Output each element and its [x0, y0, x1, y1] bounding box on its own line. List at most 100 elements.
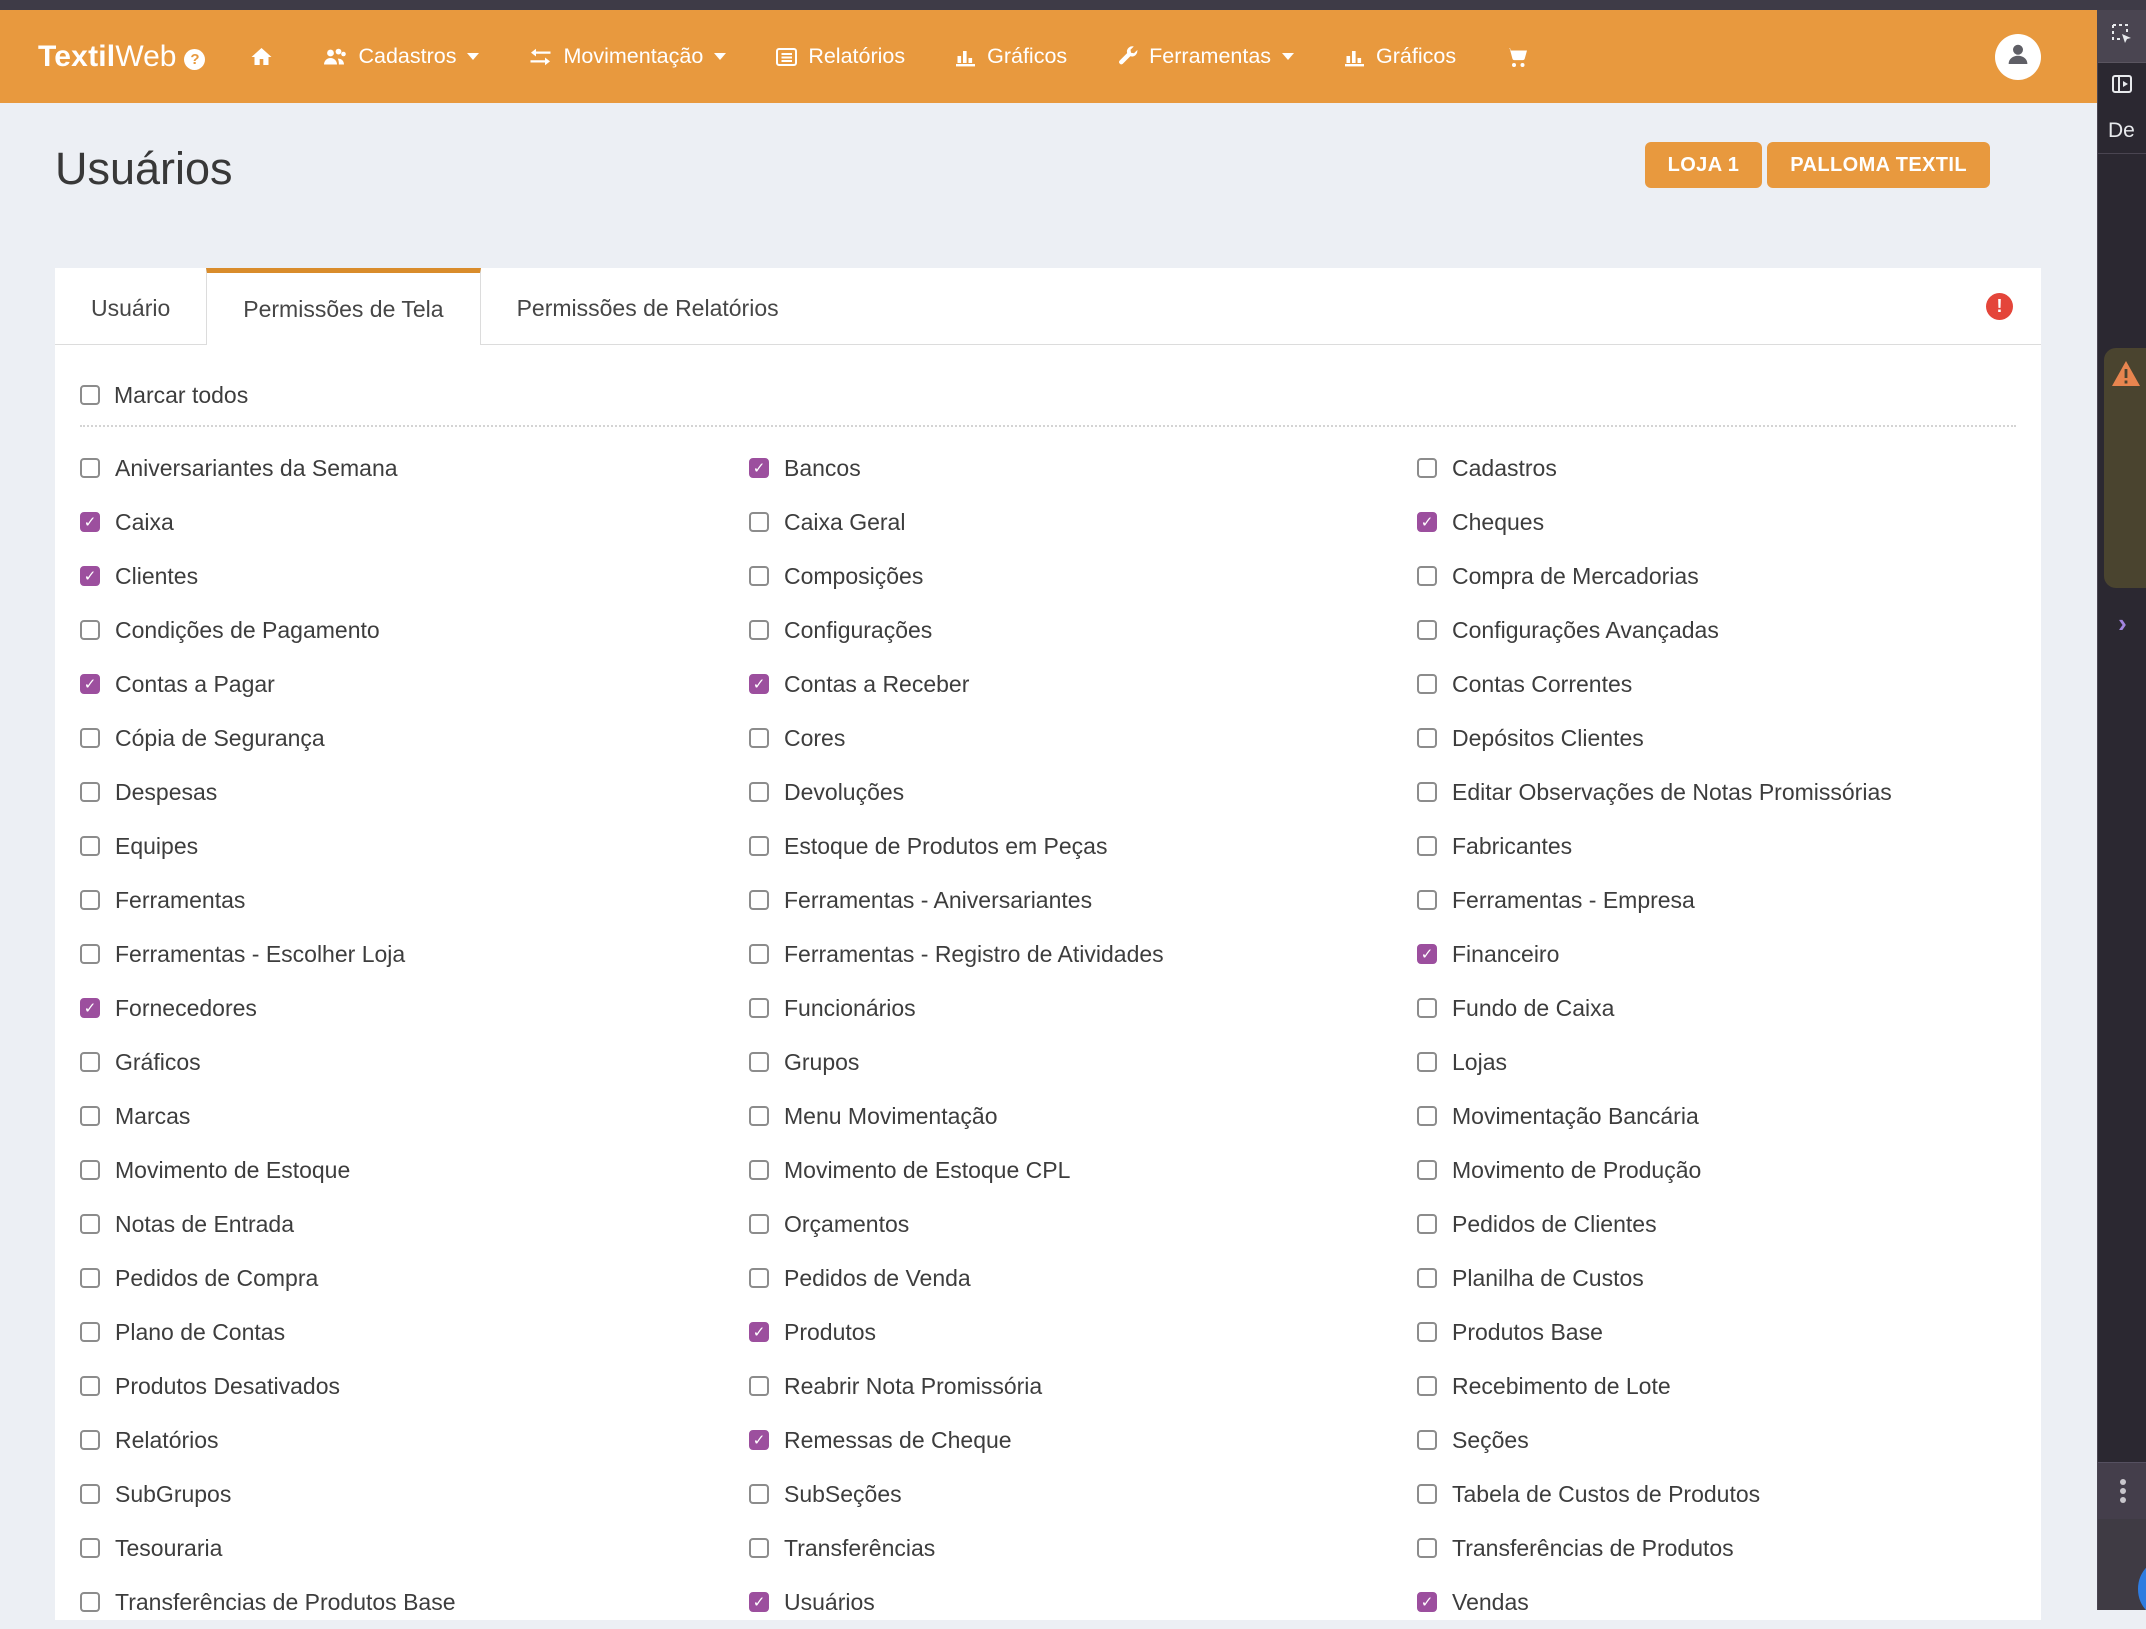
checkbox-checked[interactable]: ✓	[80, 566, 100, 586]
checkbox-unchecked[interactable]	[1417, 1484, 1437, 1504]
checkbox-unchecked[interactable]	[749, 782, 769, 802]
checkbox-unchecked[interactable]	[1417, 1106, 1437, 1126]
permission-item[interactable]: Estoque de Produtos em Peças	[749, 819, 1417, 873]
nav-item-relatorios[interactable]: Relatórios	[774, 44, 905, 69]
nav-item-home[interactable]	[249, 45, 274, 69]
user-avatar[interactable]	[1995, 34, 2041, 80]
permission-item[interactable]: Cores	[749, 711, 1417, 765]
checkbox-unchecked[interactable]	[749, 620, 769, 640]
nav-item-movimentacao[interactable]: Movimentação	[527, 44, 726, 69]
checkbox-unchecked[interactable]	[1417, 1052, 1437, 1072]
checkbox-unchecked[interactable]	[749, 1052, 769, 1072]
permission-item[interactable]: Transferências	[749, 1521, 1417, 1575]
permission-item[interactable]: Seções	[1417, 1413, 2016, 1467]
checkbox-unchecked[interactable]	[749, 998, 769, 1018]
permission-item[interactable]: Reabrir Nota Promissória	[749, 1359, 1417, 1413]
permission-item[interactable]: Pedidos de Compra	[80, 1251, 749, 1305]
collapse-chevron-icon[interactable]: ›	[2098, 608, 2146, 639]
permission-item[interactable]: Devoluções	[749, 765, 1417, 819]
checkbox-unchecked[interactable]	[1417, 1430, 1437, 1450]
select-all-row[interactable]: Marcar todos	[80, 375, 2016, 415]
brand-logo[interactable]: TextilWeb ?	[38, 40, 205, 74]
permission-item[interactable]: Configurações	[749, 603, 1417, 657]
permission-item[interactable]: SubGrupos	[80, 1467, 749, 1521]
permission-item[interactable]: Funcionários	[749, 981, 1417, 1035]
permission-item[interactable]: Ferramentas - Registro de Atividades	[749, 927, 1417, 981]
checkbox-checked[interactable]: ✓	[749, 1322, 769, 1342]
permission-item[interactable]: Fabricantes	[1417, 819, 2016, 873]
permission-item[interactable]: ✓Produtos	[749, 1305, 1417, 1359]
nav-item-ferramentas[interactable]: Ferramentas	[1115, 44, 1294, 69]
checkbox-unchecked[interactable]	[80, 1484, 100, 1504]
permission-item[interactable]: Marcas	[80, 1089, 749, 1143]
checkbox-unchecked[interactable]	[1417, 1322, 1437, 1342]
permission-item[interactable]: ✓Contas a Receber	[749, 657, 1417, 711]
checkbox-unchecked[interactable]	[1417, 620, 1437, 640]
checkbox-unchecked[interactable]	[749, 1214, 769, 1234]
permission-item[interactable]: SubSeções	[749, 1467, 1417, 1521]
checkbox-unchecked[interactable]	[749, 890, 769, 910]
permission-item[interactable]: Compra de Mercadorias	[1417, 549, 2016, 603]
checkbox-unchecked[interactable]	[1417, 1268, 1437, 1288]
permission-item[interactable]: ✓Caixa	[80, 495, 749, 549]
select-all-checkbox[interactable]	[80, 385, 100, 405]
empresa-button[interactable]: PALLOMA TEXTIL	[1767, 142, 1990, 188]
element-picker-button[interactable]	[2098, 10, 2146, 63]
more-options-button[interactable]	[2098, 1462, 2146, 1520]
checkbox-unchecked[interactable]	[80, 1430, 100, 1450]
checkbox-unchecked[interactable]	[80, 1214, 100, 1234]
permission-item[interactable]: Configurações Avançadas	[1417, 603, 2016, 657]
checkbox-unchecked[interactable]	[80, 1322, 100, 1342]
permission-item[interactable]: Ferramentas - Escolher Loja	[80, 927, 749, 981]
permission-item[interactable]: Transferências de Produtos	[1417, 1521, 2016, 1575]
checkbox-unchecked[interactable]	[749, 1376, 769, 1396]
permission-item[interactable]: Orçamentos	[749, 1197, 1417, 1251]
help-icon[interactable]: ?	[184, 49, 205, 70]
permission-item[interactable]: Ferramentas - Aniversariantes	[749, 873, 1417, 927]
permission-item[interactable]: ✓Usuários	[749, 1575, 1417, 1629]
checkbox-checked[interactable]: ✓	[749, 458, 769, 478]
checkbox-unchecked[interactable]	[749, 836, 769, 856]
permission-item[interactable]: ✓Clientes	[80, 549, 749, 603]
permission-item[interactable]: Movimento de Estoque	[80, 1143, 749, 1197]
checkbox-unchecked[interactable]	[80, 1160, 100, 1180]
checkbox-unchecked[interactable]	[749, 1106, 769, 1126]
permission-item[interactable]: Recebimento de Lote	[1417, 1359, 2016, 1413]
permission-item[interactable]: Pedidos de Venda	[749, 1251, 1417, 1305]
permission-item[interactable]: Notas de Entrada	[80, 1197, 749, 1251]
checkbox-unchecked[interactable]	[749, 1538, 769, 1558]
checkbox-unchecked[interactable]	[1417, 998, 1437, 1018]
checkbox-unchecked[interactable]	[1417, 1538, 1437, 1558]
checkbox-unchecked[interactable]	[749, 1160, 769, 1180]
checkbox-checked[interactable]: ✓	[749, 1592, 769, 1612]
permission-item[interactable]: Ferramentas	[80, 873, 749, 927]
tab-permissoes-tela[interactable]: Permissões de Tela	[206, 268, 480, 345]
permission-item[interactable]: ✓Contas a Pagar	[80, 657, 749, 711]
checkbox-unchecked[interactable]	[749, 566, 769, 586]
permission-item[interactable]: Plano de Contas	[80, 1305, 749, 1359]
checkbox-unchecked[interactable]	[749, 944, 769, 964]
checkbox-checked[interactable]: ✓	[80, 512, 100, 532]
checkbox-unchecked[interactable]	[749, 1484, 769, 1504]
permission-item[interactable]: Condições de Pagamento	[80, 603, 749, 657]
checkbox-unchecked[interactable]	[1417, 1376, 1437, 1396]
permission-item[interactable]: Tesouraria	[80, 1521, 749, 1575]
permission-item[interactable]: Ferramentas - Empresa	[1417, 873, 2016, 927]
checkbox-unchecked[interactable]	[1417, 1160, 1437, 1180]
permission-item[interactable]: Movimentação Bancária	[1417, 1089, 2016, 1143]
checkbox-checked[interactable]: ✓	[1417, 1592, 1437, 1612]
permission-item[interactable]: Movimento de Estoque CPL	[749, 1143, 1417, 1197]
checkbox-unchecked[interactable]	[1417, 458, 1437, 478]
checkbox-checked[interactable]: ✓	[80, 998, 100, 1018]
permission-item[interactable]: Gráficos	[80, 1035, 749, 1089]
nav-item-carrinho[interactable]	[1504, 45, 1530, 69]
permission-item[interactable]: Composições	[749, 549, 1417, 603]
permission-item[interactable]: Despesas	[80, 765, 749, 819]
checkbox-unchecked[interactable]	[80, 1106, 100, 1126]
permission-item[interactable]: Relatórios	[80, 1413, 749, 1467]
permission-item[interactable]: ✓Financeiro	[1417, 927, 2016, 981]
checkbox-checked[interactable]: ✓	[80, 674, 100, 694]
permission-item[interactable]: Grupos	[749, 1035, 1417, 1089]
checkbox-checked[interactable]: ✓	[749, 1430, 769, 1450]
permission-item[interactable]: ✓Vendas	[1417, 1575, 2016, 1629]
